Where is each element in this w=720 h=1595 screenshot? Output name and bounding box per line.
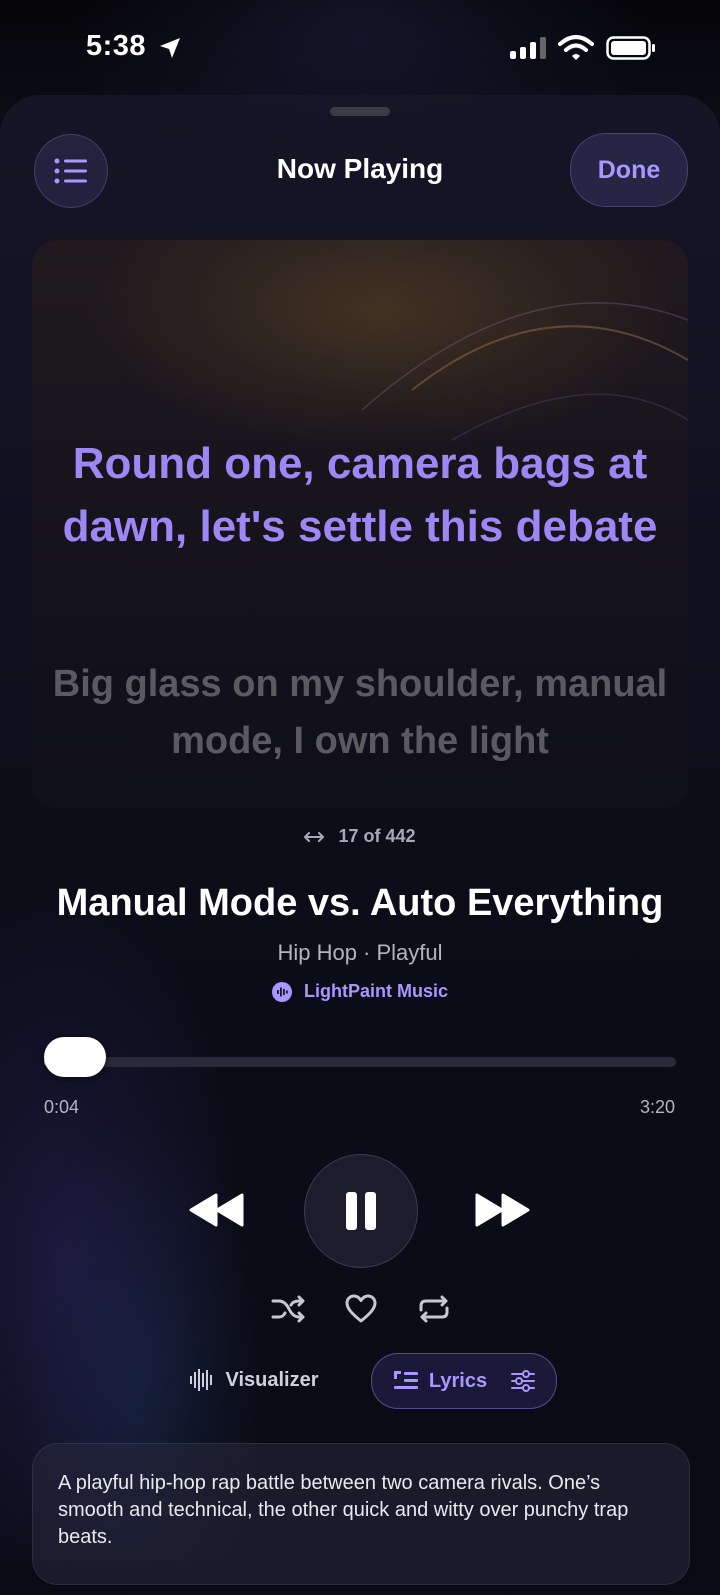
shuffle-icon[interactable]: [271, 1295, 305, 1323]
repeat-icon[interactable]: [417, 1295, 451, 1323]
battery-icon: [606, 36, 655, 60]
description-card: A playful hip-hop rap battle between two…: [32, 1443, 690, 1585]
location-arrow-icon: [160, 38, 180, 58]
description-text: A playful hip-hop rap battle between two…: [58, 1472, 629, 1548]
done-button[interactable]: Done: [570, 133, 688, 207]
waveform-icon: [272, 981, 292, 1002]
lyrics-button[interactable]: Lyrics: [371, 1353, 557, 1409]
fast-forward-icon[interactable]: [474, 1193, 530, 1227]
elapsed-time: 0:04: [44, 1097, 80, 1117]
visualizer-label: Visualizer: [225, 1368, 319, 1391]
next-lyric-line: Big glass on my shoulder, manual mode, I…: [52, 663, 668, 762]
rewind-icon[interactable]: [189, 1193, 245, 1227]
signal-icon: [510, 37, 546, 59]
artist-link[interactable]: LightPaint Music: [0, 981, 720, 1002]
wifi-icon: [558, 35, 594, 60]
progress-knob[interactable]: [44, 1037, 106, 1077]
progress-slider[interactable]: [44, 1037, 676, 1077]
visualizer-icon: [190, 1369, 213, 1391]
pause-icon: [346, 1192, 376, 1230]
sheet-grabber[interactable]: [330, 107, 390, 116]
visualizer-button[interactable]: Visualizer: [174, 1353, 334, 1407]
lyrics-label: Lyrics: [428, 1369, 488, 1392]
status-bar: 5:38: [0, 0, 720, 95]
lyrics-icon: [393, 1371, 418, 1389]
status-time: 5:38: [86, 30, 147, 62]
swap-arrows-icon: [304, 831, 325, 842]
heart-icon[interactable]: [345, 1294, 377, 1324]
track-meta: Hip Hop · Playful: [277, 940, 443, 965]
total-time: 3:20: [639, 1097, 675, 1117]
artist-name: LightPaint Music: [304, 981, 448, 1001]
lyrics-panel[interactable]: Round one, camera bags at dawn, let's se…: [32, 240, 688, 808]
active-lyric-line: Round one, camera bags at dawn, let's se…: [62, 439, 658, 551]
sliders-icon[interactable]: [511, 1370, 536, 1392]
track-counter[interactable]: 17 of 442: [0, 826, 720, 847]
pause-button[interactable]: [304, 1154, 418, 1268]
counter-text: 17 of 442: [338, 826, 416, 846]
track-title: Manual Mode vs. Auto Everything: [56, 882, 664, 924]
